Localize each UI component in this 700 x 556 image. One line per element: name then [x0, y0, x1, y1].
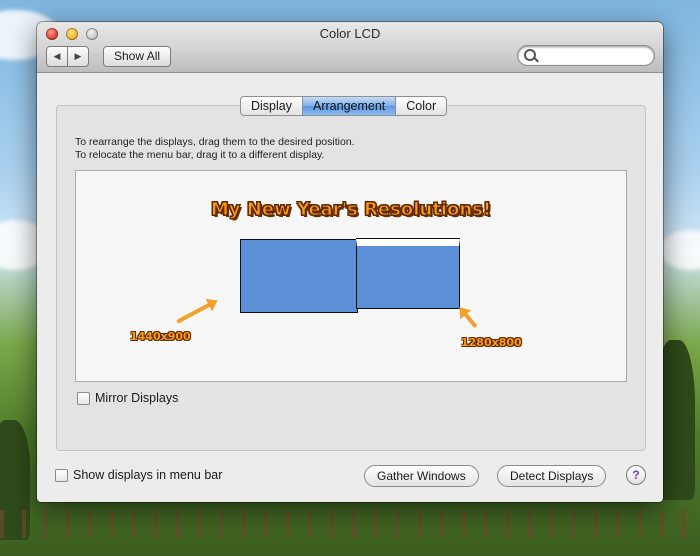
instruction-line: To rearrange the displays, drag them to …: [75, 136, 355, 148]
help-button[interactable]: ?: [626, 465, 646, 485]
tab-arrangement[interactable]: Arrangement: [302, 97, 396, 115]
headline-annotation: My New Year's Resolutions!: [210, 199, 492, 221]
fence: [0, 510, 700, 538]
mirror-displays-checkbox[interactable]: [77, 391, 90, 405]
tab-display[interactable]: Display: [241, 97, 302, 115]
search-field[interactable]: [518, 46, 654, 65]
instructions: To rearrange the displays, drag them to …: [75, 136, 355, 162]
cloud: [660, 230, 700, 270]
annotation-arrow: [461, 310, 478, 329]
resolution-label-1: 1440x900: [130, 330, 191, 343]
gather-windows-button[interactable]: Gather Windows: [364, 465, 479, 487]
window-title: Color LCD: [319, 26, 381, 41]
tab-bar: Display Arrangement Color: [240, 96, 448, 116]
forward-arrow-icon: ▶: [74, 51, 82, 61]
tab-color[interactable]: Color: [395, 97, 446, 115]
show-displays-menu-label: Show displays in menu bar: [73, 468, 223, 482]
arrangement-panel: To rearrange the displays, drag them to …: [56, 105, 646, 451]
search-icon: [524, 49, 536, 61]
mirror-displays-label: Mirror Displays: [95, 391, 179, 405]
detect-displays-button[interactable]: Detect Displays: [497, 465, 607, 487]
mirror-displays-option[interactable]: Mirror Displays: [77, 391, 178, 405]
annotation-arrow: [176, 301, 214, 324]
menu-bar-indicator[interactable]: [357, 239, 459, 245]
resolution-label-2: 1280x800: [461, 336, 522, 349]
display-arrangement-area: My New Year's Resolutions! 1440x900 1280…: [75, 170, 627, 382]
back-forward-control: ◀ ▶: [46, 46, 89, 67]
system-preferences-window: Color LCD ◀ ▶ Show All Display Arrangeme…: [37, 22, 663, 502]
forward-button[interactable]: ▶: [67, 47, 88, 66]
title-bar[interactable]: Color LCD ◀ ▶ Show All: [37, 22, 663, 73]
display-1280x800[interactable]: [356, 239, 460, 309]
show-displays-menu-checkbox[interactable]: [55, 468, 68, 482]
show-displays-menu-option[interactable]: Show displays in menu bar: [55, 468, 222, 482]
back-button[interactable]: ◀: [47, 47, 67, 66]
back-arrow-icon: ◀: [53, 51, 61, 61]
instruction-line: To relocate the menu bar, drag it to a d…: [75, 149, 325, 161]
show-all-button[interactable]: Show All: [103, 46, 172, 67]
display-1440x900[interactable]: [240, 239, 358, 313]
